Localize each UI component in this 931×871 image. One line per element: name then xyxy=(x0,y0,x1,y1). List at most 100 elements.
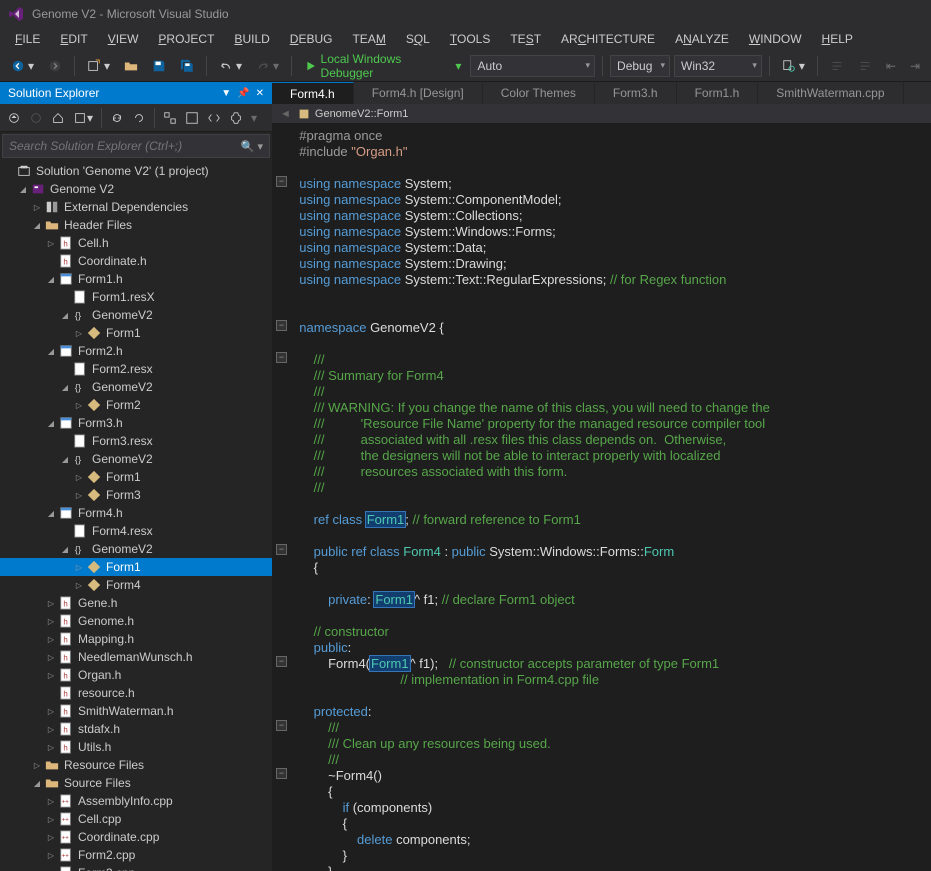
tree-nodes.genome_h[interactable]: ▷hGenome.h xyxy=(0,612,272,630)
home-button[interactable] xyxy=(4,108,24,128)
menu-file[interactable]: FILE xyxy=(6,30,49,48)
tree-nodes.form1_h[interactable]: ◢Form1.h xyxy=(0,270,272,288)
tree-nodes.coord_h[interactable]: hCoordinate.h xyxy=(0,252,272,270)
undo-button[interactable]: ▾ xyxy=(214,56,247,76)
platform-dropdown[interactable]: Win32 xyxy=(674,55,762,77)
home2-button[interactable] xyxy=(48,108,68,128)
tab-form1-h[interactable]: Form1.h xyxy=(677,82,759,104)
tree-nodes.form1_resx[interactable]: Form1.resX xyxy=(0,288,272,306)
cls-icon xyxy=(86,577,102,593)
tab-color-themes[interactable]: Color Themes xyxy=(483,82,595,104)
refresh-button[interactable] xyxy=(129,108,149,128)
tree-nodes.form3_h[interactable]: ◢Form3.h xyxy=(0,414,272,432)
tree-res_files[interactable]: ▷Resource Files xyxy=(0,756,272,774)
breadcrumb[interactable]: ◄ GenomeV2::Form1 xyxy=(272,104,931,124)
tree-nodes.form3_resx[interactable]: Form3.resx xyxy=(0,432,272,450)
menu-window[interactable]: WINDOW xyxy=(740,30,811,48)
config-dropdown[interactable]: Debug xyxy=(610,55,670,77)
tree-nodes.form4[interactable]: ▷Form4 xyxy=(0,576,272,594)
menu-test[interactable]: TEST xyxy=(501,30,550,48)
menu-edit[interactable]: EDIT xyxy=(51,30,96,48)
tree-nodes.cell_cpp[interactable]: ▷++Cell.cpp xyxy=(0,810,272,828)
search-input[interactable] xyxy=(9,139,241,153)
menu-tools[interactable]: TOOLS xyxy=(441,30,499,48)
tree-nodes.organ_h[interactable]: ▷hOrgan.h xyxy=(0,666,272,684)
tab-form3-h[interactable]: Form3.h xyxy=(595,82,677,104)
menu-analyze[interactable]: ANALYZE xyxy=(666,30,738,48)
panel-menu-icon[interactable]: ▼ xyxy=(221,88,231,99)
tree-project[interactable]: ◢Genome V2 xyxy=(0,180,272,198)
find-in-files-button[interactable]: ▾ xyxy=(777,56,810,76)
tree-nodes.utils_h[interactable]: ▷hUtils.h xyxy=(0,738,272,756)
tab-bar: Form4.hForm4.h [Design]Color ThemesForm3… xyxy=(272,82,931,104)
new-project-button[interactable]: ▾ xyxy=(82,56,115,76)
h-icon: h xyxy=(58,613,74,629)
tree-nodes.form3[interactable]: ▷Form3 xyxy=(0,486,272,504)
menu-project[interactable]: PROJECT xyxy=(149,30,223,48)
cpu-dropdown[interactable]: Auto xyxy=(470,55,595,77)
sync-button[interactable] xyxy=(107,108,127,128)
uncomment-button[interactable] xyxy=(853,56,877,76)
menu-help[interactable]: HELP xyxy=(813,30,862,48)
scope-button[interactable]: ▾ xyxy=(70,108,96,128)
comment-button[interactable] xyxy=(825,56,849,76)
tree-nodes.cell_h[interactable]: ▷hCell.h xyxy=(0,234,272,252)
menu-debug[interactable]: DEBUG xyxy=(281,30,342,48)
tree-nodes.form1[interactable]: ▷Form1 xyxy=(0,468,272,486)
nav-left-icon[interactable]: ◄ xyxy=(280,108,291,120)
tree-nodes.gene_h[interactable]: ▷hGene.h xyxy=(0,594,272,612)
tree-nodes.gv2[interactable]: ◢{}GenomeV2 xyxy=(0,306,272,324)
menu-team[interactable]: TEAM xyxy=(343,30,394,48)
tree-solution[interactable]: Solution 'Genome V2' (1 project) xyxy=(0,162,272,180)
save-all-button[interactable] xyxy=(175,56,199,76)
tree-nodes.nw_h[interactable]: ▷hNeedlemanWunsch.h xyxy=(0,648,272,666)
tab-form4-h--design-[interactable]: Form4.h [Design] xyxy=(354,82,483,104)
tab-form4-h[interactable]: Form4.h xyxy=(272,82,354,104)
tree-nodes.form2_h[interactable]: ◢Form2.h xyxy=(0,342,272,360)
properties-button[interactable] xyxy=(226,108,246,128)
tree-nodes.form1[interactable]: ▷Form1 xyxy=(0,324,272,342)
redo-button[interactable]: ▾ xyxy=(251,56,284,76)
search-box[interactable]: 🔍 ▾ xyxy=(2,134,270,158)
menu-architecture[interactable]: ARCHITECTURE xyxy=(552,30,664,48)
tree-nodes.form3_cpp[interactable]: ▷++Form3.cpp xyxy=(0,864,272,871)
open-button[interactable] xyxy=(119,56,143,76)
panel-pin-icon[interactable]: 📌 xyxy=(237,88,249,99)
menu-sql[interactable]: SQL xyxy=(397,30,439,48)
menu-view[interactable]: VIEW xyxy=(99,30,148,48)
code-editor[interactable]: #pragma once #include "Organ.h" − using … xyxy=(272,124,931,871)
tree-src_files[interactable]: ◢Source Files xyxy=(0,774,272,792)
proj-icon xyxy=(30,181,46,197)
start-debug-button[interactable]: Local Windows Debugger ▾ xyxy=(299,49,466,83)
tree-nodes.asm_cpp[interactable]: ▷++AssemblyInfo.cpp xyxy=(0,792,272,810)
tree-nodes.mapping_h[interactable]: ▷hMapping.h xyxy=(0,630,272,648)
code-view-button[interactable] xyxy=(204,108,224,128)
panel-title: Solution Explorer xyxy=(8,86,99,100)
tree-nodes.stdafx_h[interactable]: ▷hstdafx.h xyxy=(0,720,272,738)
tree-nodes.resource_h[interactable]: hresource.h xyxy=(0,684,272,702)
tree-ext_deps[interactable]: ▷External Dependencies xyxy=(0,198,272,216)
tree-nodes.gv2[interactable]: ◢{}GenomeV2 xyxy=(0,450,272,468)
save-button[interactable] xyxy=(147,56,171,76)
tree-nodes.gv2[interactable]: ◢{}GenomeV2 xyxy=(0,378,272,396)
indent-button[interactable]: ⇥ xyxy=(905,56,925,76)
tree-nodes.gv2[interactable]: ◢{}GenomeV2 xyxy=(0,540,272,558)
tree-hdr_files[interactable]: ◢Header Files xyxy=(0,216,272,234)
tab-smithwaterman-cpp[interactable]: SmithWaterman.cpp xyxy=(758,82,903,104)
tree-nodes.form2_cpp[interactable]: ▷++Form2.cpp xyxy=(0,846,272,864)
nav-fwd-button[interactable] xyxy=(43,56,67,76)
back-button[interactable] xyxy=(26,108,46,128)
tree-nodes.form2[interactable]: ▷Form2 xyxy=(0,396,272,414)
outdent-button[interactable]: ⇤ xyxy=(881,56,901,76)
tree-nodes.coord_cpp[interactable]: ▷++Coordinate.cpp xyxy=(0,828,272,846)
show-all-button[interactable] xyxy=(182,108,202,128)
collapse-button[interactable] xyxy=(160,108,180,128)
tree-nodes.form2_resx[interactable]: Form2.resx xyxy=(0,360,272,378)
panel-close-icon[interactable]: ✕ xyxy=(256,88,264,99)
tree-nodes.sw_h[interactable]: ▷hSmithWaterman.h xyxy=(0,702,272,720)
tree-nodes.form4_h[interactable]: ◢Form4.h xyxy=(0,504,272,522)
tree-nodes.form4_resx[interactable]: Form4.resx xyxy=(0,522,272,540)
menu-build[interactable]: BUILD xyxy=(225,30,278,48)
nav-back-button[interactable]: ▾ xyxy=(6,56,39,76)
tree-nodes.form1[interactable]: ▷Form1 xyxy=(0,558,272,576)
